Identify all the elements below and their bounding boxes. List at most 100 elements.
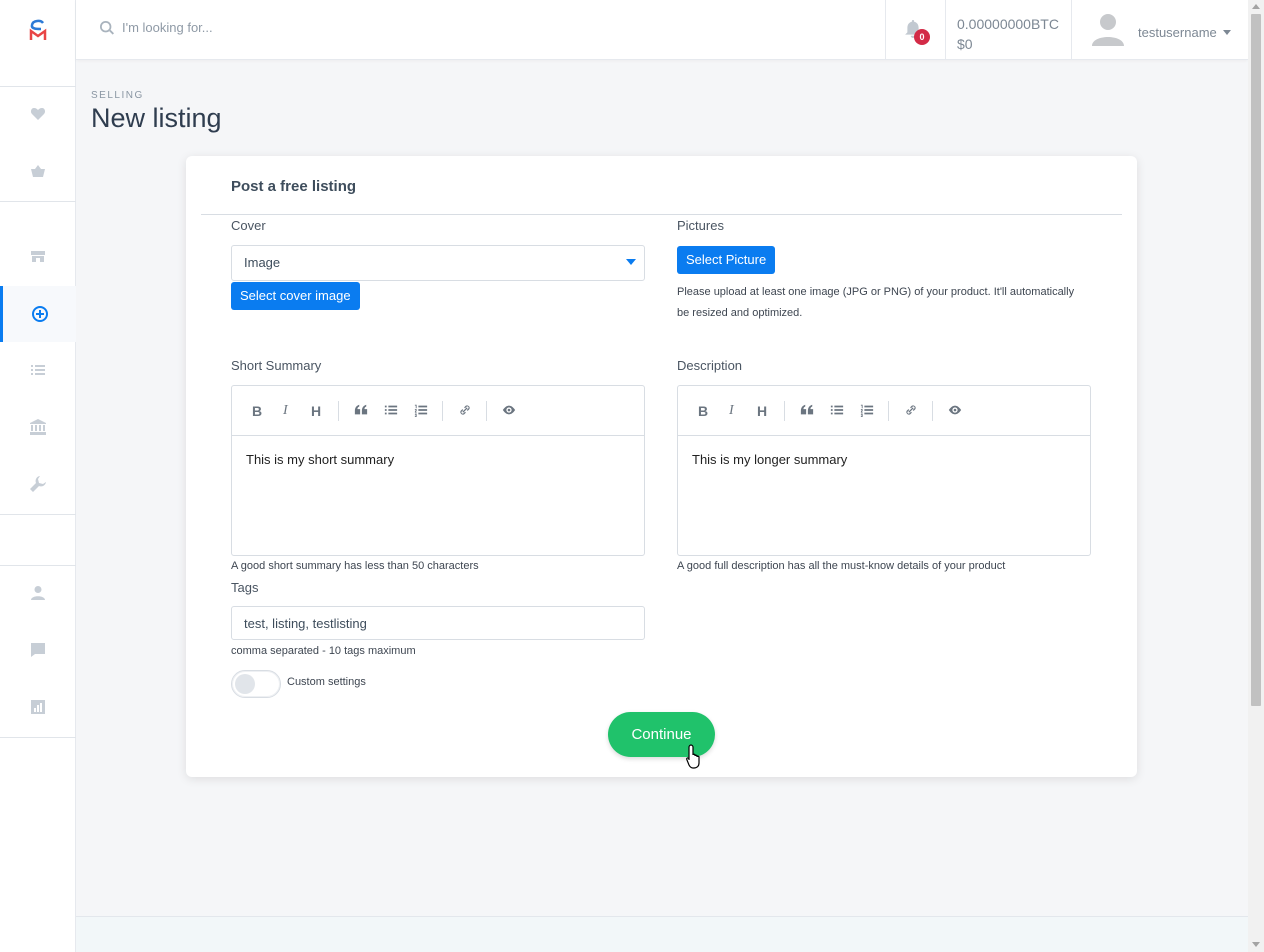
- store-icon: [31, 251, 45, 262]
- card-divider: [201, 214, 1122, 215]
- logo-icon: [29, 19, 46, 40]
- scroll-down-arrow-icon[interactable]: [1252, 942, 1260, 947]
- toolbar-separator: [932, 401, 933, 421]
- sidebar-item-store[interactable]: [0, 228, 76, 284]
- chevron-down-icon: [1222, 30, 1231, 35]
- topbar: I'm looking for... 0 0.00000000BTC $0 te…: [76, 0, 1248, 60]
- search-input[interactable]: I'm looking for...: [122, 20, 213, 35]
- wallet-usd: $0: [957, 36, 973, 52]
- message-icon: [31, 643, 45, 657]
- scroll-thumb[interactable]: [1251, 14, 1261, 706]
- tags-label: Tags: [231, 580, 259, 595]
- sidebar-divider: [0, 514, 76, 515]
- description-help: A good full description has all the must…: [677, 560, 1006, 572]
- sidebar-divider: [0, 737, 76, 738]
- tags-help: comma separated - 10 tags maximum: [231, 645, 416, 657]
- editor-toolbar: B I H: [232, 386, 644, 436]
- heading-icon[interactable]: H: [757, 403, 767, 419]
- toolbar-separator: [784, 401, 785, 421]
- quote-icon[interactable]: [800, 403, 814, 420]
- editor-toolbar: B I H: [678, 386, 1090, 436]
- user-menu[interactable]: testusername: [1090, 12, 1231, 53]
- pictures-help-line2: be resized and optimized.: [677, 307, 803, 319]
- search-icon: [100, 20, 114, 35]
- wrench-icon: [30, 476, 46, 492]
- listing-form-card: Post a free listing Cover Image Select c…: [186, 156, 1137, 777]
- sidebar-item-stats[interactable]: [0, 679, 76, 735]
- link-icon[interactable]: [904, 403, 918, 420]
- page-scrollbar[interactable]: [1248, 0, 1264, 952]
- cover-type-select[interactable]: Image: [231, 245, 645, 281]
- user-avatar-icon: [1092, 14, 1124, 46]
- eye-icon[interactable]: [948, 403, 962, 420]
- hand-cursor-icon: [686, 744, 700, 769]
- sidebar-item-bank[interactable]: [0, 399, 76, 455]
- topbar-separator: [945, 0, 946, 60]
- pictures-help-line1: Please upload at least one image (JPG or…: [677, 286, 1075, 298]
- sidebar-item-settings[interactable]: [0, 456, 76, 512]
- bold-icon[interactable]: B: [698, 403, 708, 419]
- toolbar-separator: [442, 401, 443, 421]
- chart-icon: [31, 700, 45, 714]
- search-bar[interactable]: I'm looking for...: [100, 20, 213, 35]
- notification-badge: 0: [914, 29, 930, 45]
- topbar-separator: [1071, 0, 1072, 60]
- cover-type-value: Image: [244, 255, 281, 270]
- bold-icon[interactable]: B: [252, 403, 262, 419]
- short-summary-label: Short Summary: [231, 358, 322, 373]
- ordered-list-icon[interactable]: [860, 403, 874, 420]
- toggle-knob: [235, 674, 255, 694]
- list-icon: [31, 365, 45, 375]
- unordered-list-icon[interactable]: [830, 403, 844, 420]
- bank-icon: [30, 419, 46, 435]
- sidebar-item-profile[interactable]: [0, 565, 76, 621]
- unordered-list-icon[interactable]: [384, 403, 398, 420]
- username: testusername: [1138, 25, 1217, 40]
- heading-icon[interactable]: H: [311, 403, 321, 419]
- breadcrumb: SELLING: [91, 90, 144, 101]
- italic-icon[interactable]: I: [283, 403, 288, 419]
- heart-icon: [30, 108, 46, 120]
- avatar: [1090, 12, 1126, 53]
- short-summary-editor[interactable]: B I H This is my short summary: [231, 385, 645, 556]
- ordered-list-icon[interactable]: [414, 403, 428, 420]
- quote-icon[interactable]: [354, 403, 368, 420]
- eye-icon[interactable]: [502, 403, 516, 420]
- toolbar-separator: [338, 401, 339, 421]
- app-logo[interactable]: [0, 0, 75, 60]
- wallet-btc: 0.00000000BTC: [957, 16, 1059, 32]
- tags-input[interactable]: test, listing, testlisting: [231, 606, 645, 640]
- sidebar-item-listings[interactable]: [0, 342, 76, 398]
- custom-settings-toggle[interactable]: [231, 670, 281, 698]
- pictures-label: Pictures: [677, 218, 724, 233]
- caret-down-icon: [626, 259, 636, 265]
- basket-icon: [31, 165, 45, 177]
- italic-icon[interactable]: I: [729, 403, 734, 419]
- link-icon[interactable]: [458, 403, 472, 420]
- notifications-button[interactable]: 0: [904, 20, 930, 45]
- sidebar-item-new-listing[interactable]: [0, 286, 76, 342]
- page-title: New listing: [91, 103, 222, 133]
- sidebar-item-favorites[interactable]: [0, 86, 76, 142]
- cover-label: Cover: [231, 218, 266, 233]
- select-cover-image-button[interactable]: Select cover image: [231, 282, 360, 310]
- card-title: Post a free listing: [231, 178, 357, 195]
- topbar-separator: [885, 0, 886, 60]
- plus-circle-icon: [31, 306, 48, 322]
- custom-settings-label: Custom settings: [287, 676, 366, 688]
- select-picture-button[interactable]: Select Picture: [677, 246, 776, 274]
- description-label: Description: [677, 358, 743, 373]
- wallet-balance[interactable]: 0.00000000BTC $0: [957, 14, 1059, 54]
- sidebar: [0, 0, 76, 952]
- description-editor[interactable]: B I H This is my longer summary: [677, 385, 1091, 556]
- sidebar-divider: [0, 201, 76, 202]
- toolbar-separator: [486, 401, 487, 421]
- short-summary-text[interactable]: This is my short summary: [246, 452, 394, 467]
- description-text[interactable]: This is my longer summary: [692, 452, 847, 467]
- sidebar-item-messages[interactable]: [0, 622, 76, 678]
- sidebar-item-basket[interactable]: [0, 143, 76, 199]
- toolbar-separator: [888, 401, 889, 421]
- short-summary-help: A good short summary has less than 50 ch…: [231, 560, 479, 572]
- footer: [76, 917, 1248, 952]
- scroll-up-arrow-icon[interactable]: [1252, 4, 1260, 9]
